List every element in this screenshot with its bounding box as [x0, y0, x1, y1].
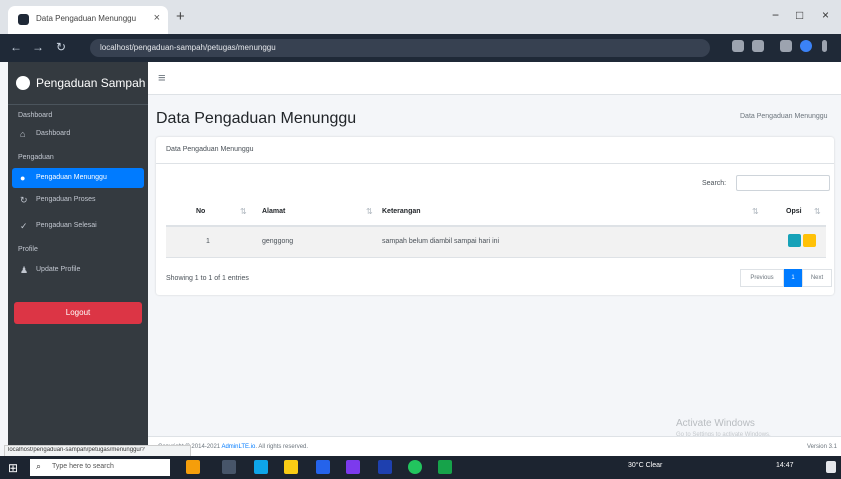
table-header: No ⇅ Alamat ⇅ Keterangan ⇅ Opsi ⇅	[166, 199, 826, 227]
check-icon: ✓	[20, 221, 28, 231]
complaints-card: Data Pengaduan Menunggu Search: No ⇅ Ala…	[156, 137, 834, 295]
store-icon[interactable]	[316, 460, 330, 474]
notification-icon[interactable]	[826, 461, 836, 473]
windows-start-icon[interactable]: ⊞	[8, 461, 18, 475]
tab-close-icon[interactable]: ×	[154, 12, 160, 24]
weather-text[interactable]: 30°C Clear	[628, 462, 662, 469]
detail-button[interactable]	[788, 234, 801, 247]
new-tab-button[interactable]: +	[176, 8, 185, 25]
sort-icon: ⇅	[752, 207, 759, 216]
minimize-button[interactable]: −	[772, 8, 779, 22]
favicon-icon	[18, 14, 29, 25]
task-view-icon[interactable]	[222, 460, 236, 474]
footer-link[interactable]: AdminLTE.io	[221, 444, 255, 450]
chrome-icon[interactable]	[408, 460, 422, 474]
taskbar-search-placeholder: Type here to search	[52, 463, 114, 470]
cell-alamat: genggong	[262, 238, 294, 245]
home-icon: ⌂	[20, 129, 26, 139]
maximize-button[interactable]: □	[796, 8, 803, 22]
windows-taskbar: ⊞ ⌕ Type here to search 30°C Clear 14:47	[0, 456, 841, 479]
clock-text[interactable]: 14:47	[776, 462, 794, 469]
reload-icon[interactable]: ↻	[56, 40, 66, 54]
brand-link[interactable]: Pengaduan Sampah	[8, 62, 148, 105]
sidebar-item-dashboard[interactable]: ⌂ Dashboard	[12, 124, 144, 144]
address-text: localhost/pengaduan-sampah/petugas/menun…	[100, 43, 276, 52]
sort-icon: ⇅	[814, 207, 821, 216]
copyright-suffix: . All rights reserved.	[255, 444, 309, 450]
edge-icon[interactable]	[254, 460, 268, 474]
top-navbar: ≡	[148, 62, 841, 95]
search-input[interactable]	[736, 175, 830, 191]
card-title: Data Pengaduan Menunggu	[166, 146, 254, 153]
address-toolbar: ← → ↻ localhost/pengaduan-sampah/petugas…	[0, 34, 841, 62]
cell-keterangan: sampah belum diambil sampai hari ini	[382, 238, 500, 245]
tab-title: Data Pengaduan Menunggu	[36, 14, 137, 23]
brand-text: Pengaduan Sampah	[36, 76, 146, 90]
search-label: Search:	[702, 180, 727, 187]
version-text: Version 3.1	[806, 444, 837, 450]
table-info: Showing 1 to 1 of 1 entries	[166, 275, 249, 282]
activate-windows-title: Activate Windows	[676, 418, 755, 429]
extensions-icon[interactable]	[780, 40, 792, 52]
pagination-page-1[interactable]: 1	[784, 269, 802, 287]
sidebar-header-pengaduan: Pengaduan	[18, 154, 54, 161]
taskbar-app-icon[interactable]	[438, 460, 452, 474]
sidebar-item-pengaduan-selesai[interactable]: ✓ Pengaduan Selesai	[12, 216, 144, 236]
sidebar-item-label: Pengaduan Proses	[36, 196, 96, 203]
sidebar-item-pengaduan-proses[interactable]: ↻ Pengaduan Proses	[12, 190, 144, 210]
column-header-keterangan[interactable]: Keterangan	[382, 208, 421, 215]
sidebar-header-dashboard: Dashboard	[18, 112, 53, 119]
breadcrumb[interactable]: Data Pengaduan Menunggu	[740, 113, 828, 120]
pagination-previous[interactable]: Previous	[740, 269, 784, 287]
sidebar-item-update-profile[interactable]: ♟ Update Profile	[12, 260, 144, 280]
vscode-icon[interactable]	[346, 460, 360, 474]
taskbar-app-icon[interactable]	[186, 460, 200, 474]
sidebar-item-label: Pengaduan Menunggu	[36, 174, 107, 181]
sidebar: Pengaduan Sampah Dashboard ⌂ Dashboard P…	[8, 62, 148, 456]
user-edit-icon: ♟	[20, 265, 29, 275]
bookmark-icon[interactable]	[752, 40, 764, 52]
close-window-button[interactable]: ×	[822, 8, 829, 22]
column-header-opsi[interactable]: Opsi	[786, 208, 802, 215]
cell-no: 1	[206, 238, 210, 245]
sort-icon: ⇅	[240, 207, 247, 216]
sidebar-item-label: Dashboard	[36, 130, 71, 137]
sidebar-item-pengaduan-menunggu[interactable]: ● Pengaduan Menunggu	[12, 168, 144, 188]
status-url: localhost/pengaduan-sampah/petugas/menun…	[8, 447, 145, 453]
column-header-alamat[interactable]: Alamat	[262, 208, 285, 215]
brand-logo-icon	[16, 76, 30, 90]
taskbar-app-icon[interactable]	[378, 460, 392, 474]
exclamation-circle-icon: ●	[20, 173, 26, 183]
sidebar-item-label: Update Profile	[36, 266, 81, 273]
browser-tab[interactable]: Data Pengaduan Menunggu ×	[8, 6, 168, 34]
edit-button[interactable]	[803, 234, 816, 247]
page-title: Data Pengaduan Menunggu	[156, 110, 357, 127]
page-footer: Copyright © 2014-2021 AdminLTE.io. All r…	[148, 436, 841, 457]
sync-icon: ↻	[20, 195, 28, 205]
profile-avatar[interactable]	[800, 40, 812, 52]
browser-tab-bar: Data Pengaduan Menunggu × + − □ ×	[0, 0, 841, 34]
sidebar-header-profile: Profile	[18, 246, 38, 253]
browser-menu-icon[interactable]	[822, 40, 827, 52]
table-row: 1 genggong sampah belum diambil sampai h…	[166, 227, 826, 258]
sort-icon: ⇅	[366, 207, 373, 216]
sidebar-item-label: Pengaduan Selesai	[36, 222, 97, 229]
logout-button[interactable]: Logout	[14, 302, 142, 324]
card-header: Data Pengaduan Menunggu	[156, 137, 834, 164]
file-explorer-icon[interactable]	[284, 460, 298, 474]
address-bar[interactable]: localhost/pengaduan-sampah/petugas/menun…	[90, 39, 710, 57]
taskbar-search-input[interactable]: ⌕ Type here to search	[30, 459, 170, 476]
menu-toggle-icon[interactable]: ≡	[158, 70, 166, 85]
pagination-next[interactable]: Next	[802, 269, 832, 287]
column-header-no[interactable]: No	[196, 208, 205, 215]
search-icon: ⌕	[36, 461, 42, 471]
back-icon[interactable]: ←	[10, 40, 22, 54]
forward-icon[interactable]: →	[32, 40, 44, 54]
zoom-icon[interactable]	[732, 40, 744, 52]
